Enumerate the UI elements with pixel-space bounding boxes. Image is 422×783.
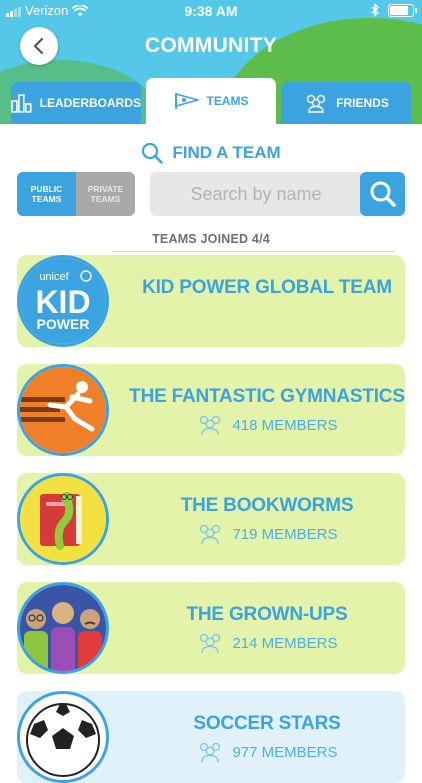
unicef-wordmark: unicef <box>39 271 69 283</box>
members-icon <box>200 633 221 654</box>
member-count: 977 MEMBERS <box>129 741 405 763</box>
find-team-label: FIND A TEAM <box>172 143 281 162</box>
public-teams-button[interactable]: PUBLIC TEAMS <box>17 172 76 216</box>
team-name: THE BOOKWORMS <box>180 495 354 516</box>
members-icon <box>200 415 221 436</box>
member-count: 418 MEMBERS <box>129 414 405 436</box>
tab-leaderboards[interactable]: LEADERBOARDS <box>11 82 141 124</box>
member-count: 719 MEMBERS <box>129 523 405 545</box>
unicef-kid-power-logo: unicef KID POWER <box>17 255 109 347</box>
battery-icon <box>388 3 417 17</box>
kid-wordmark: KID <box>35 284 90 320</box>
pennant-icon <box>174 93 199 109</box>
members-icon <box>200 524 221 545</box>
header: Verizon 9:38 AM COMMUNITY LEADERBOARDS T… <box>0 0 422 124</box>
tab-label: FRIENDS <box>336 96 389 110</box>
search-button[interactable] <box>360 172 405 216</box>
team-type-toggle: PUBLIC TEAMS PRIVATE TEAMS <box>17 172 135 216</box>
grown-ups-icon <box>17 582 109 674</box>
member-count-label: 977 MEMBERS <box>232 743 338 761</box>
divider <box>112 251 394 252</box>
member-count-label: 719 MEMBERS <box>232 525 338 543</box>
find-team-heading: FIND A TEAM <box>0 142 422 164</box>
team-name: KID POWER GLOBAL TEAM <box>142 277 392 298</box>
tab-friends[interactable]: FRIENDS <box>281 82 411 124</box>
soccer-ball-icon <box>17 691 109 783</box>
member-count-label: 214 MEMBERS <box>232 634 338 652</box>
bar-chart-icon <box>11 94 32 113</box>
people-icon <box>306 94 326 113</box>
tab-label: TEAMS <box>206 94 249 108</box>
search-icon <box>142 142 164 164</box>
power-wordmark: POWER <box>37 316 90 332</box>
teams-joined-count: TEAMS JOINED 4/4 <box>152 232 270 246</box>
clock: 9:38 AM <box>184 3 238 19</box>
gymnast-icon <box>17 364 109 456</box>
member-count-label: 418 MEMBERS <box>232 416 338 434</box>
members-icon <box>200 742 221 763</box>
status-bar: Verizon 9:38 AM <box>0 0 422 24</box>
member-count: 214 MEMBERS <box>129 632 405 654</box>
team-name: THE FANTASTIC GYMNASTICS <box>129 386 405 407</box>
bookworm-icon <box>17 473 109 565</box>
team-name: THE GROWN-UPS <box>186 604 348 625</box>
private-teams-button[interactable]: PRIVATE TEAMS <box>76 172 135 216</box>
page-title: COMMUNITY <box>144 34 278 57</box>
tab-label: LEADERBOARDS <box>39 96 141 110</box>
search-input[interactable] <box>150 172 362 216</box>
team-name: SOCCER STARS <box>193 713 341 734</box>
bluetooth-icon <box>371 3 380 17</box>
tab-teams[interactable]: TEAMS <box>146 78 276 124</box>
search-icon <box>370 181 396 207</box>
